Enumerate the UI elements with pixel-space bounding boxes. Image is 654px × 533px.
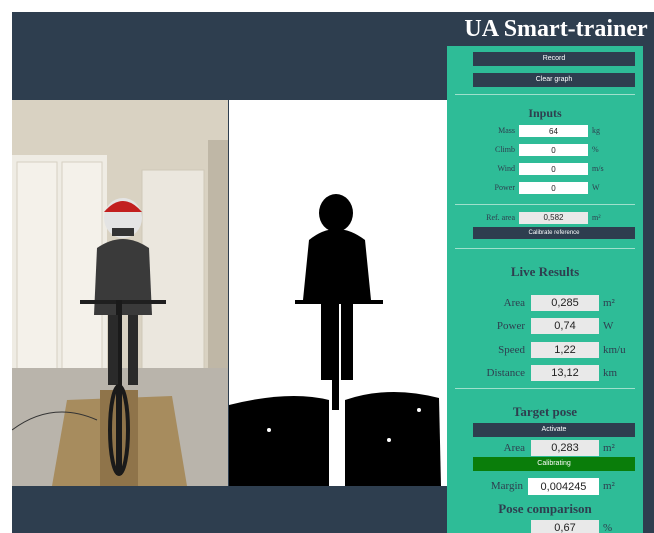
margin-input[interactable]	[528, 478, 599, 495]
climb-input[interactable]	[519, 144, 588, 156]
climb-label: Climb	[494, 145, 515, 154]
pose-comparison-unit: %	[603, 522, 613, 533]
wind-input[interactable]	[519, 163, 588, 175]
live-distance-value: 13,12	[531, 365, 599, 381]
silhouette-image	[229, 100, 447, 486]
target-area-value: 0,283	[531, 440, 599, 456]
activate-button[interactable]: Activate	[473, 423, 635, 437]
divider	[455, 248, 635, 249]
pose-comparison-title: Pose comparison	[498, 501, 592, 516]
calibrate-reference-button[interactable]: Calibrate reference	[473, 227, 635, 239]
target-area-label: Area	[503, 442, 525, 454]
mass-label: Mass	[498, 126, 515, 135]
live-distance-unit: km	[603, 367, 618, 379]
climb-unit: %	[592, 145, 599, 154]
power-unit: W	[592, 183, 600, 192]
live-area-value: 0,285	[531, 295, 599, 311]
live-speed-label: Speed	[498, 344, 525, 356]
live-speed-value: 1,22	[531, 342, 599, 358]
live-results-title: Live Results	[510, 264, 580, 279]
margin-unit: m²	[603, 480, 615, 492]
inputs-title: Inputs	[528, 106, 562, 120]
divider	[455, 204, 635, 205]
control-panel: Record Clear graph Inputs Mass kg Climb …	[447, 46, 643, 533]
camera-feed	[12, 100, 228, 486]
record-button[interactable]: Record	[473, 52, 635, 66]
silhouette-view	[229, 100, 447, 486]
mass-unit: kg	[592, 126, 600, 135]
pose-comparison-value: 0,67	[531, 520, 599, 533]
live-area-label: Area	[503, 297, 525, 309]
margin-label: Margin	[490, 480, 523, 492]
target-pose-title: Target pose	[512, 404, 578, 419]
ref-area-unit: m²	[592, 213, 601, 222]
mass-input[interactable]	[519, 125, 588, 137]
calibrating-status: Calibrating	[473, 457, 635, 471]
live-power-unit: W	[603, 320, 614, 332]
power-input[interactable]	[519, 182, 588, 194]
wind-label: Wind	[497, 164, 515, 173]
wind-unit: m/s	[592, 164, 604, 173]
clear-graph-button[interactable]: Clear graph	[473, 73, 635, 87]
live-distance-label: Distance	[486, 367, 525, 379]
live-power-label: Power	[496, 320, 525, 332]
divider	[455, 388, 635, 389]
live-speed-unit: km/u	[603, 344, 626, 356]
camera-image	[12, 100, 228, 486]
ref-area-label: Ref. area	[486, 213, 515, 222]
divider	[455, 94, 635, 95]
power-label: Power	[494, 183, 515, 192]
live-area-unit: m²	[603, 297, 615, 309]
ref-area-value: 0,582	[519, 212, 588, 224]
app-title: UA Smart-trainer	[464, 16, 648, 42]
target-area-unit: m²	[603, 442, 615, 454]
live-power-value: 0,74	[531, 318, 599, 334]
app-window: UA Smart-trainer Record Clear graph Inpu…	[12, 12, 654, 533]
